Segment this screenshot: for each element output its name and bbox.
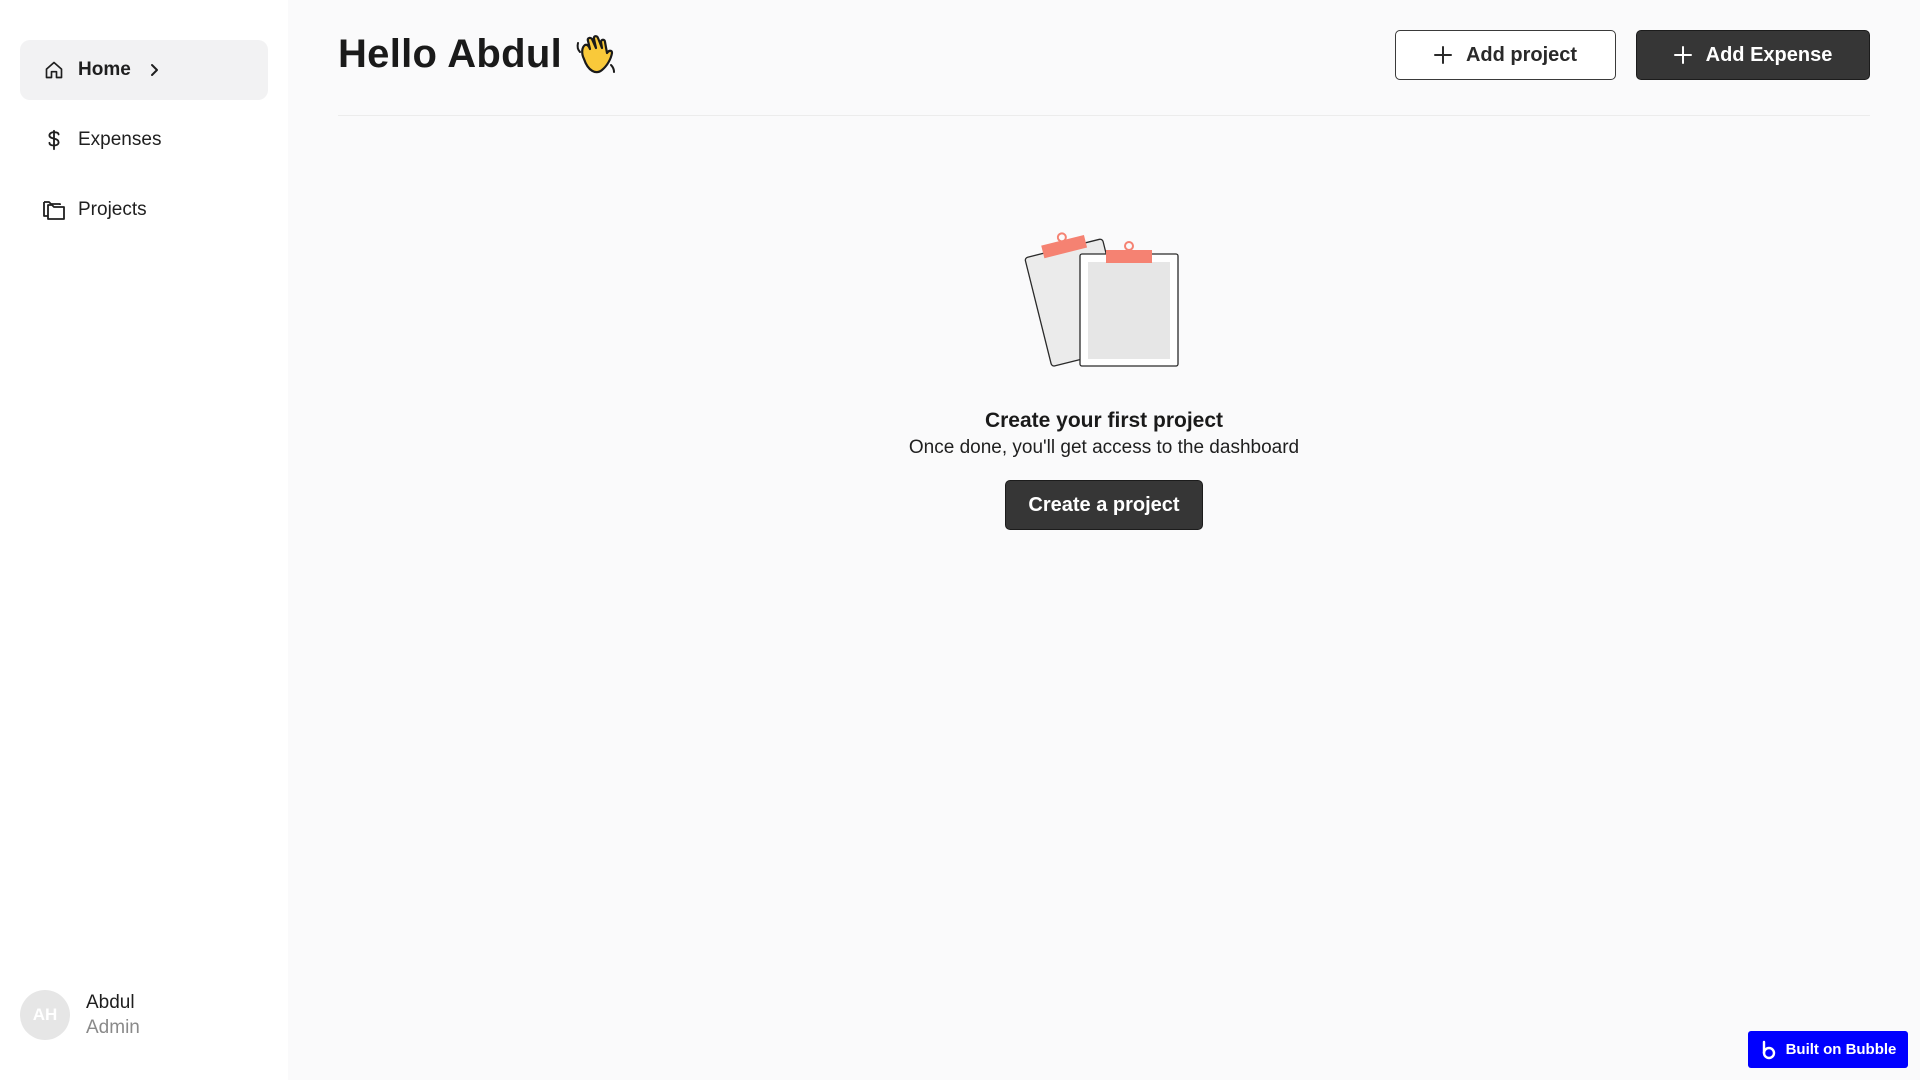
add-expense-label: Add Expense [1705,43,1833,66]
user-name: Abdul [86,991,135,1013]
home-icon [42,58,66,82]
header-divider [338,115,1870,116]
sidebar-item-label: Expenses [78,129,162,150]
user-role: Admin [86,1016,140,1038]
clipboards-illustration [1020,216,1180,376]
built-on-bubble-badge[interactable]: Built on Bubble [1748,1031,1908,1068]
plus-icon [1673,46,1692,64]
empty-state-subtitle: Once done, you'll get access to the dash… [908,437,1300,458]
plus-icon [1433,46,1452,64]
add-project-label: Add project [1465,43,1578,66]
page-title: Hello Abdul [338,32,563,76]
waving-hand-icon [574,33,618,77]
sidebar-item-home[interactable]: Home [20,40,268,100]
avatar: AH [20,990,70,1040]
chevron-right-icon [147,63,161,77]
add-expense-button[interactable]: Add Expense [1636,30,1870,80]
user-profile[interactable]: AH Abdul Admin [20,990,140,1040]
create-project-button[interactable]: Create a project [1005,480,1203,530]
folders-icon [42,198,66,222]
dollar-icon [42,128,66,152]
page-header: Hello Abdul [338,32,618,77]
sidebar-item-projects[interactable]: Projects [20,180,268,240]
sidebar-item-label: Home [78,59,131,80]
badge-label: Built on Bubble [1785,1041,1897,1058]
empty-state-title: Create your first project [984,409,1224,432]
sidebar-item-label: Projects [78,199,147,220]
sidebar-item-expenses[interactable]: Expenses [20,110,268,170]
sidebar: Home Expenses Projects AH Abdul Admin [0,0,288,1080]
add-project-button[interactable]: Add project [1395,30,1616,80]
bubble-logo-icon [1760,1040,1778,1060]
